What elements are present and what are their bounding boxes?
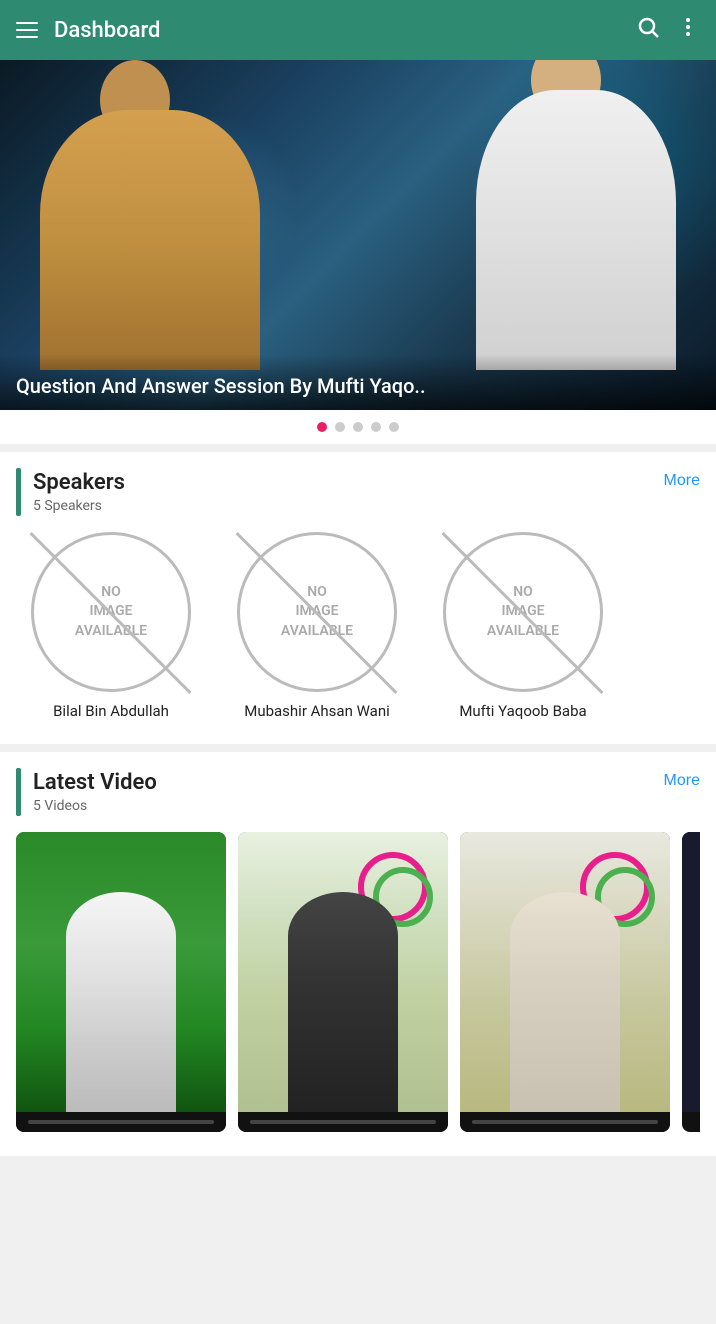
latest-video-section-header: Latest Video 5 Videos More [16, 768, 700, 816]
person-right-body [476, 90, 676, 370]
latest-video-section-count: 5 Videos [33, 798, 157, 814]
video-2-progress [250, 1120, 436, 1124]
header-title: Dashboard [54, 18, 160, 43]
latest-video-accent-bar [16, 768, 21, 816]
hamburger-line-3 [16, 36, 38, 38]
latest-video-title-wrapper: Latest Video 5 Videos [16, 768, 157, 816]
latest-video-title-group: Latest Video 5 Videos [33, 770, 157, 814]
carousel-pagination [0, 410, 716, 444]
video-item[interactable] [238, 832, 448, 1132]
hamburger-menu-button[interactable] [16, 22, 38, 38]
speaker-item[interactable]: NoImageAvailable Mubashir Ahsan Wani [222, 532, 412, 720]
speaker-3-no-image-text: NoImageAvailable [487, 583, 559, 642]
video-3-bottom-bar [460, 1112, 670, 1132]
speakers-section-title: Speakers [33, 470, 125, 496]
speaker-3-image: NoImageAvailable [443, 532, 603, 692]
header-right [636, 15, 700, 45]
video-item[interactable] [16, 832, 226, 1132]
speakers-accent-bar [16, 468, 21, 516]
video-4-thumbnail-partial [682, 832, 700, 1112]
carousel-overlay: Question And Answer Session By Mufti Yaq… [0, 354, 716, 410]
video-4-bg [682, 832, 700, 1112]
video-item[interactable] [682, 832, 700, 1132]
speaker-3-name: Mufti Yaqoob Baba [459, 702, 586, 720]
carousel-dot-1[interactable] [317, 422, 327, 432]
speaker-2-image: NoImageAvailable [237, 532, 397, 692]
videos-grid [16, 832, 700, 1140]
video-2-bg [238, 832, 448, 1112]
video-3-progress [472, 1120, 658, 1124]
carousel-background: Question And Answer Session By Mufti Yaq… [0, 60, 716, 410]
hamburger-line-2 [16, 29, 38, 31]
carousel-person-left [20, 80, 300, 370]
more-options-icon[interactable] [676, 15, 700, 45]
latest-video-more-button[interactable]: More [664, 768, 700, 794]
speaker-item[interactable]: NoImageAvailable Mufti Yaqoob Baba [428, 532, 618, 720]
speakers-section-header: Speakers 5 Speakers More [16, 468, 700, 516]
carousel-person-right [466, 70, 706, 370]
video-2-bottom-bar [238, 1112, 448, 1132]
video-1-progress [28, 1120, 214, 1124]
speakers-section-count: 5 Speakers [33, 498, 125, 514]
speakers-grid: NoImageAvailable Bilal Bin Abdullah NoIm… [16, 532, 700, 728]
header-left: Dashboard [16, 18, 160, 43]
carousel-dot-2[interactable] [335, 422, 345, 432]
carousel-dot-5[interactable] [389, 422, 399, 432]
video-1-bg [16, 832, 226, 1112]
video-2-person [238, 888, 448, 1112]
latest-video-section-title: Latest Video [33, 770, 157, 796]
speakers-more-button[interactable]: More [664, 468, 700, 494]
latest-video-section: Latest Video 5 Videos More [0, 752, 716, 1156]
search-icon[interactable] [636, 15, 660, 45]
speakers-title-group: Speakers 5 Speakers [33, 470, 125, 514]
video-2-thumbnail [238, 832, 448, 1112]
featured-carousel[interactable]: Question And Answer Session By Mufti Yaq… [0, 60, 716, 410]
carousel-dot-4[interactable] [371, 422, 381, 432]
video-3-thumbnail [460, 832, 670, 1112]
video-2-silhouette [288, 892, 398, 1112]
speaker-item[interactable]: NoImageAvailable Bilal Bin Abdullah [16, 532, 206, 720]
speaker-2-no-image-text: NoImageAvailable [281, 583, 353, 642]
video-3-bg [460, 832, 670, 1112]
speaker-2-name: Mubashir Ahsan Wani [244, 702, 390, 720]
video-1-bottom-bar [16, 1112, 226, 1132]
video-1-person [16, 888, 226, 1112]
person-left-body [40, 110, 260, 370]
video-1-thumbnail [16, 832, 226, 1112]
speakers-section: Speakers 5 Speakers More NoImageAvailabl… [0, 452, 716, 744]
carousel-dot-3[interactable] [353, 422, 363, 432]
speaker-1-name: Bilal Bin Abdullah [53, 702, 169, 720]
speaker-1-no-image-text: NoImageAvailable [75, 583, 147, 642]
hamburger-line-1 [16, 22, 38, 24]
video-3-silhouette [510, 892, 620, 1112]
app-header: Dashboard [0, 0, 716, 60]
video-item[interactable] [460, 832, 670, 1132]
speaker-1-image: NoImageAvailable [31, 532, 191, 692]
carousel-item-title: Question And Answer Session By Mufti Yaq… [16, 374, 426, 398]
speakers-title-wrapper: Speakers 5 Speakers [16, 468, 125, 516]
video-3-person [460, 888, 670, 1112]
video-1-silhouette [66, 892, 176, 1112]
